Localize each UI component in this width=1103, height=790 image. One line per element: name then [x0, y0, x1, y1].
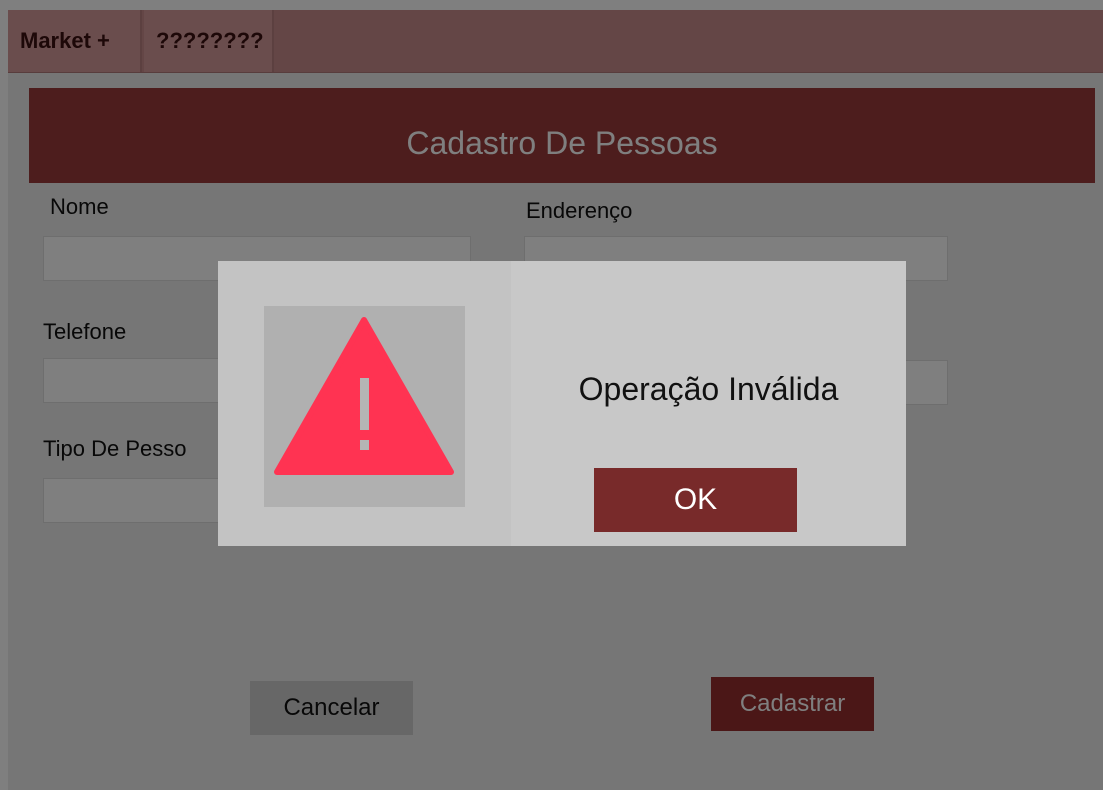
- icon-frame: [264, 306, 465, 507]
- ok-button[interactable]: OK: [594, 468, 797, 532]
- dialog-icon-panel: [218, 261, 511, 546]
- dialog-message: Operação Inválida: [578, 371, 839, 407]
- error-dialog: Operação Inválida OK: [218, 261, 906, 546]
- warning-icon: [274, 317, 454, 475]
